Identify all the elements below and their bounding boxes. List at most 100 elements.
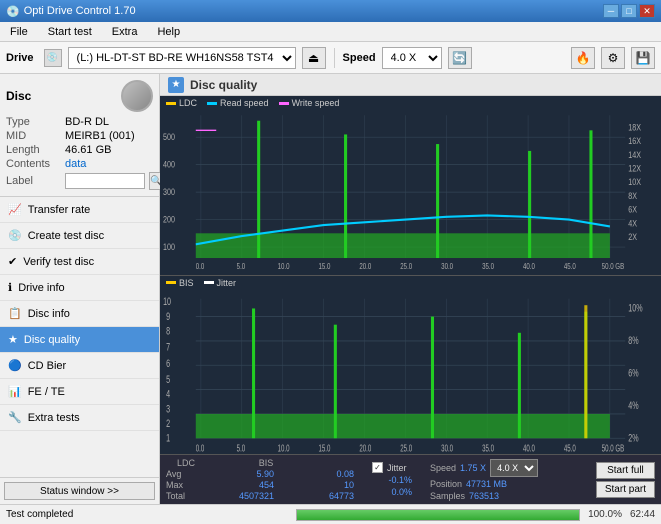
verify-test-disc-label: Verify test disc xyxy=(23,256,94,268)
sidebar-item-drive-info[interactable]: ℹ Drive info xyxy=(0,275,159,301)
eject-button[interactable]: ⏏ xyxy=(302,47,326,69)
jitter-section: ✓ Jitter -0.1% 0.0% xyxy=(372,462,412,497)
sidebar-item-transfer-rate[interactable]: 📈 Transfer rate xyxy=(0,197,159,223)
save-button[interactable]: 💾 xyxy=(631,47,655,69)
jitter-header: ✓ Jitter xyxy=(372,462,412,473)
close-button[interactable]: ✕ xyxy=(639,4,655,18)
refresh-button[interactable]: 🔄 xyxy=(448,47,472,69)
charts-area: LDC Read speed Write speed xyxy=(160,96,661,454)
titlebar-controls[interactable]: ─ □ ✕ xyxy=(603,4,655,18)
app-icon: 💿 xyxy=(6,5,20,18)
writespeed-legend-label: Write speed xyxy=(292,98,340,108)
cd-bier-icon: 🔵 xyxy=(8,359,22,372)
label-input[interactable] xyxy=(65,173,145,189)
readspeed-legend: Read speed xyxy=(207,98,269,108)
max-row: Max 454 10 xyxy=(166,480,354,490)
max-ldc-value: 454 xyxy=(234,480,274,490)
jitter-checkbox[interactable]: ✓ xyxy=(372,462,383,473)
position-label: Position xyxy=(430,479,462,489)
sidebar-item-verify-test-disc[interactable]: ✔ Verify test disc xyxy=(0,249,159,275)
ldc-legend-color xyxy=(166,102,176,105)
svg-text:40.0: 40.0 xyxy=(523,261,535,271)
menu-start-test[interactable]: Start test xyxy=(42,24,98,40)
menu-file[interactable]: File xyxy=(4,24,34,40)
sidebar-item-disc-quality[interactable]: ★ Disc quality xyxy=(0,327,159,353)
status-window-button[interactable]: Status window >> xyxy=(4,482,155,500)
mid-value: MEIRB1 (001) xyxy=(65,130,135,142)
progress-bar-container xyxy=(296,509,580,521)
svg-text:15.0: 15.0 xyxy=(318,261,330,271)
speed-dropdown[interactable]: 4.0 X 2.0 X xyxy=(490,459,538,477)
minimize-button[interactable]: ─ xyxy=(603,4,619,18)
start-full-button[interactable]: Start full xyxy=(596,462,655,479)
svg-text:15.0: 15.0 xyxy=(318,442,330,453)
svg-text:45.0: 45.0 xyxy=(564,442,576,453)
svg-text:9: 9 xyxy=(166,310,170,323)
toolbar-separator xyxy=(334,48,335,68)
svg-text:10X: 10X xyxy=(628,176,641,187)
menu-extra[interactable]: Extra xyxy=(106,24,144,40)
main-area: Disc Type BD-R DL MID MEIRB1 (001) Lengt… xyxy=(0,74,661,504)
svg-text:5.0: 5.0 xyxy=(237,442,246,453)
length-value: 46.61 GB xyxy=(65,144,111,156)
svg-text:2: 2 xyxy=(166,417,170,430)
jitter-label: Jitter xyxy=(387,463,407,473)
disc-contents-row: Contents data xyxy=(6,158,153,170)
statusbar: Test completed 100.0% 62:44 xyxy=(0,504,661,524)
drive-info-icon: ℹ xyxy=(8,281,12,294)
total-bis-value: 64773 xyxy=(314,491,354,501)
total-row: Total 4507321 64773 xyxy=(166,491,354,501)
svg-text:8%: 8% xyxy=(628,334,639,347)
svg-text:5: 5 xyxy=(166,373,170,386)
type-value: BD-R DL xyxy=(65,116,109,128)
svg-text:18X: 18X xyxy=(628,121,641,132)
fe-te-icon: 📊 xyxy=(8,385,22,398)
drive-select[interactable]: (L:) HL-DT-ST BD-RE WH16NS58 TST4 xyxy=(68,47,296,69)
jitter-legend-label: Jitter xyxy=(217,278,237,288)
jitter-legend: Jitter xyxy=(204,278,237,288)
svg-text:2%: 2% xyxy=(628,431,639,444)
svg-text:7: 7 xyxy=(166,341,170,354)
verify-test-disc-icon: ✔ xyxy=(8,255,17,268)
create-test-disc-label: Create test disc xyxy=(28,230,104,242)
total-ldc-value: 4507321 xyxy=(234,491,274,501)
disc-quality-icon-nav: ★ xyxy=(8,333,18,346)
sidebar-item-disc-info[interactable]: 📋 Disc info xyxy=(0,301,159,327)
svg-text:16X: 16X xyxy=(628,135,641,146)
bis-header: BIS xyxy=(246,458,286,468)
menu-help[interactable]: Help xyxy=(151,24,186,40)
stats-panel: LDC BIS Avg 5.90 0.08 Max 454 10 Total 4… xyxy=(160,454,661,504)
jitter-max-row: 0.0% xyxy=(372,487,412,497)
length-label: Length xyxy=(6,144,61,156)
jitter-legend-color xyxy=(204,281,214,284)
position-row: Position 47731 MB xyxy=(430,479,538,489)
sidebar-item-fe-te[interactable]: 📊 FE / TE xyxy=(0,379,159,405)
svg-text:5.0: 5.0 xyxy=(237,261,246,271)
progress-bar xyxy=(297,510,579,520)
start-part-button[interactable]: Start part xyxy=(596,481,655,498)
svg-text:10: 10 xyxy=(163,295,171,308)
sidebar-item-create-test-disc[interactable]: 💿 Create test disc xyxy=(0,223,159,249)
svg-text:10.0: 10.0 xyxy=(278,442,290,453)
progress-percent: 100.0% xyxy=(588,509,622,520)
maximize-button[interactable]: □ xyxy=(621,4,637,18)
settings-button[interactable]: ⚙ xyxy=(601,47,625,69)
bis-legend-color xyxy=(166,281,176,284)
sidebar-item-cd-bier[interactable]: 🔵 CD Bier xyxy=(0,353,159,379)
speed-select[interactable]: 4.0 X 2.0 X 1.0 X xyxy=(382,47,442,69)
svg-text:25.0: 25.0 xyxy=(400,442,412,453)
disc-info-icon: 📋 xyxy=(8,307,22,320)
speed-section: Speed 1.75 X 4.0 X 2.0 X Position 47731 … xyxy=(430,459,538,501)
readspeed-legend-label: Read speed xyxy=(220,98,269,108)
transfer-rate-icon: 📈 xyxy=(8,203,22,216)
writespeed-legend: Write speed xyxy=(279,98,340,108)
disc-length-row: Length 46.61 GB xyxy=(6,144,153,156)
speed-label: Speed xyxy=(343,52,376,64)
disc-panel-title: Disc xyxy=(6,89,31,103)
sidebar-item-extra-tests[interactable]: 🔧 Extra tests xyxy=(0,405,159,431)
svg-text:2X: 2X xyxy=(628,231,637,242)
total-label: Total xyxy=(166,491,194,501)
drive-info-label: Drive info xyxy=(18,282,64,294)
burn-button[interactable]: 🔥 xyxy=(571,47,595,69)
speed-row: Speed 1.75 X 4.0 X 2.0 X xyxy=(430,459,538,477)
